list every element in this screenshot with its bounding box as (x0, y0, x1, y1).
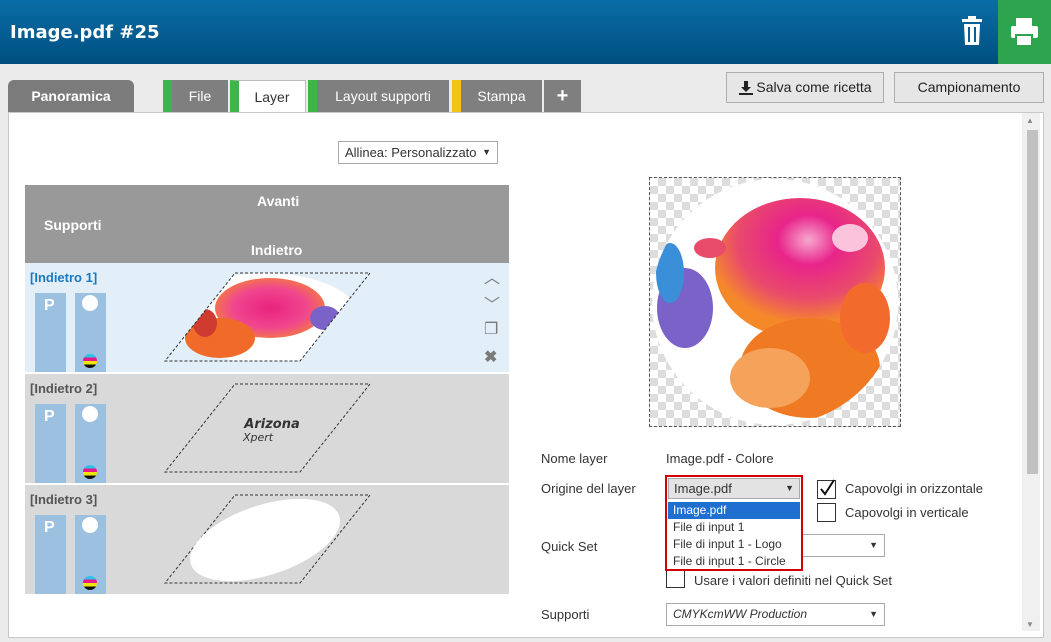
layer-white-channel (75, 404, 106, 483)
scroll-up-icon[interactable]: ▲ (1026, 116, 1034, 125)
layer-name-label: Nome layer (541, 451, 608, 466)
tab-stampa[interactable]: Stampa (452, 80, 542, 113)
layer-white-channel (75, 293, 106, 372)
save-recipe-button[interactable]: Salva come ricetta (726, 72, 884, 103)
flip-horizontal-checkbox[interactable] (817, 479, 836, 499)
layer-thumbnail (163, 272, 372, 362)
origin-select[interactable]: Image.pdf ▼ (668, 478, 800, 499)
layers-header: Avanti Supporti Indietro (25, 185, 509, 263)
chevron-down-icon[interactable]: ﹀ (484, 291, 500, 315)
chevron-down-icon: ▼ (482, 147, 491, 157)
flip-vertical-checkbox[interactable] (817, 503, 836, 522)
white-dot-icon (82, 406, 98, 422)
layer-thumbnail (163, 494, 372, 584)
logo-text-2: Xpert (242, 431, 274, 444)
cmyk-icon (83, 465, 97, 479)
back-label: Indietro (251, 242, 303, 258)
media-label: Supporti (44, 217, 102, 233)
tab-layout-supporti[interactable]: Layout supporti (308, 80, 449, 113)
download-icon (739, 81, 753, 95)
tab-file[interactable]: File (163, 80, 228, 113)
origin-option[interactable]: File di input 1 (668, 519, 800, 536)
layer-print-channel: P (35, 515, 66, 594)
flip-vertical-label: Capovolgi in verticale (845, 505, 969, 520)
save-recipe-label: Salva come ricetta (756, 79, 872, 95)
chevron-down-icon: ▼ (869, 609, 878, 619)
chevron-down-icon: ▼ (785, 483, 794, 493)
print-channel-label: P (44, 519, 55, 536)
white-dot-icon (82, 295, 98, 311)
print-channel-label: P (44, 408, 55, 425)
layer-print-channel: P (35, 404, 66, 483)
trash-icon[interactable] (954, 14, 990, 50)
window-title: Image.pdf #25 (10, 22, 160, 43)
scroll-down-icon[interactable]: ▼ (1026, 620, 1034, 629)
tab-layer[interactable]: Layer (230, 80, 306, 114)
cmyk-icon (83, 354, 97, 368)
media-label: Supporti (541, 607, 590, 622)
printer-icon (1011, 18, 1038, 47)
copy-icon[interactable]: ❐ (484, 319, 498, 339)
layer-row-2[interactable]: [Indietro 2] P Arizona Xpert (25, 374, 509, 484)
use-quickset-label: Usare i valori definiti nel Quick Set (694, 573, 892, 588)
use-quickset-checkbox[interactable] (666, 569, 685, 588)
layer-row-1[interactable]: [Indietro 1] P ︿ ﹀ ❐ ✖ (25, 263, 509, 373)
media-select[interactable]: CMYKcmWW Production ▼ (666, 603, 885, 626)
sampling-button[interactable]: Campionamento (894, 72, 1044, 103)
add-tab-button[interactable]: + (544, 80, 581, 113)
origin-dropdown[interactable]: Image.pdf ▼ Image.pdf File di input 1 Fi… (665, 475, 803, 571)
flip-horizontal-label: Capovolgi in orizzontale (845, 481, 984, 496)
front-label: Avanti (257, 193, 300, 209)
white-dot-icon (82, 517, 98, 533)
media-value: CMYKcmWW Production (673, 607, 808, 621)
scrollbar-thumb[interactable] (1027, 130, 1038, 474)
origin-label: Origine del layer (541, 481, 636, 496)
print-channel-label: P (44, 297, 55, 314)
origin-value: Image.pdf (674, 481, 732, 496)
chevron-down-icon: ▼ (869, 540, 878, 550)
cmyk-icon (83, 576, 97, 590)
layer-print-channel: P (35, 293, 66, 372)
checkmark-icon (820, 479, 835, 496)
layer-white-channel (75, 515, 106, 594)
align-select-value: Allinea: Personalizzato (345, 145, 477, 160)
layer-preview (649, 177, 901, 427)
quickset-label: Quick Set (541, 539, 598, 554)
chevron-up-icon[interactable]: ︿ (484, 264, 500, 288)
close-icon[interactable]: ✖ (484, 347, 497, 367)
layer-title: [Indietro 2] (30, 381, 98, 396)
origin-option[interactable]: File di input 1 - Circle (668, 553, 800, 570)
tab-panoramica[interactable]: Panoramica (8, 80, 134, 113)
layer-title: [Indietro 1] (30, 270, 98, 285)
print-button[interactable] (998, 0, 1051, 64)
layer-row-3[interactable]: [Indietro 3] P (25, 485, 509, 595)
title-bar: Image.pdf #25 (0, 0, 1051, 64)
logo-text-1: Arizona (243, 417, 299, 432)
align-select[interactable]: Allinea: Personalizzato ▼ (338, 141, 498, 164)
layer-title: [Indietro 3] (30, 492, 98, 507)
origin-option[interactable]: File di input 1 - Logo (668, 536, 800, 553)
origin-option[interactable]: Image.pdf (668, 502, 800, 519)
layer-thumbnail: Arizona Xpert (163, 383, 372, 473)
layer-name-value: Image.pdf - Colore (666, 451, 774, 466)
